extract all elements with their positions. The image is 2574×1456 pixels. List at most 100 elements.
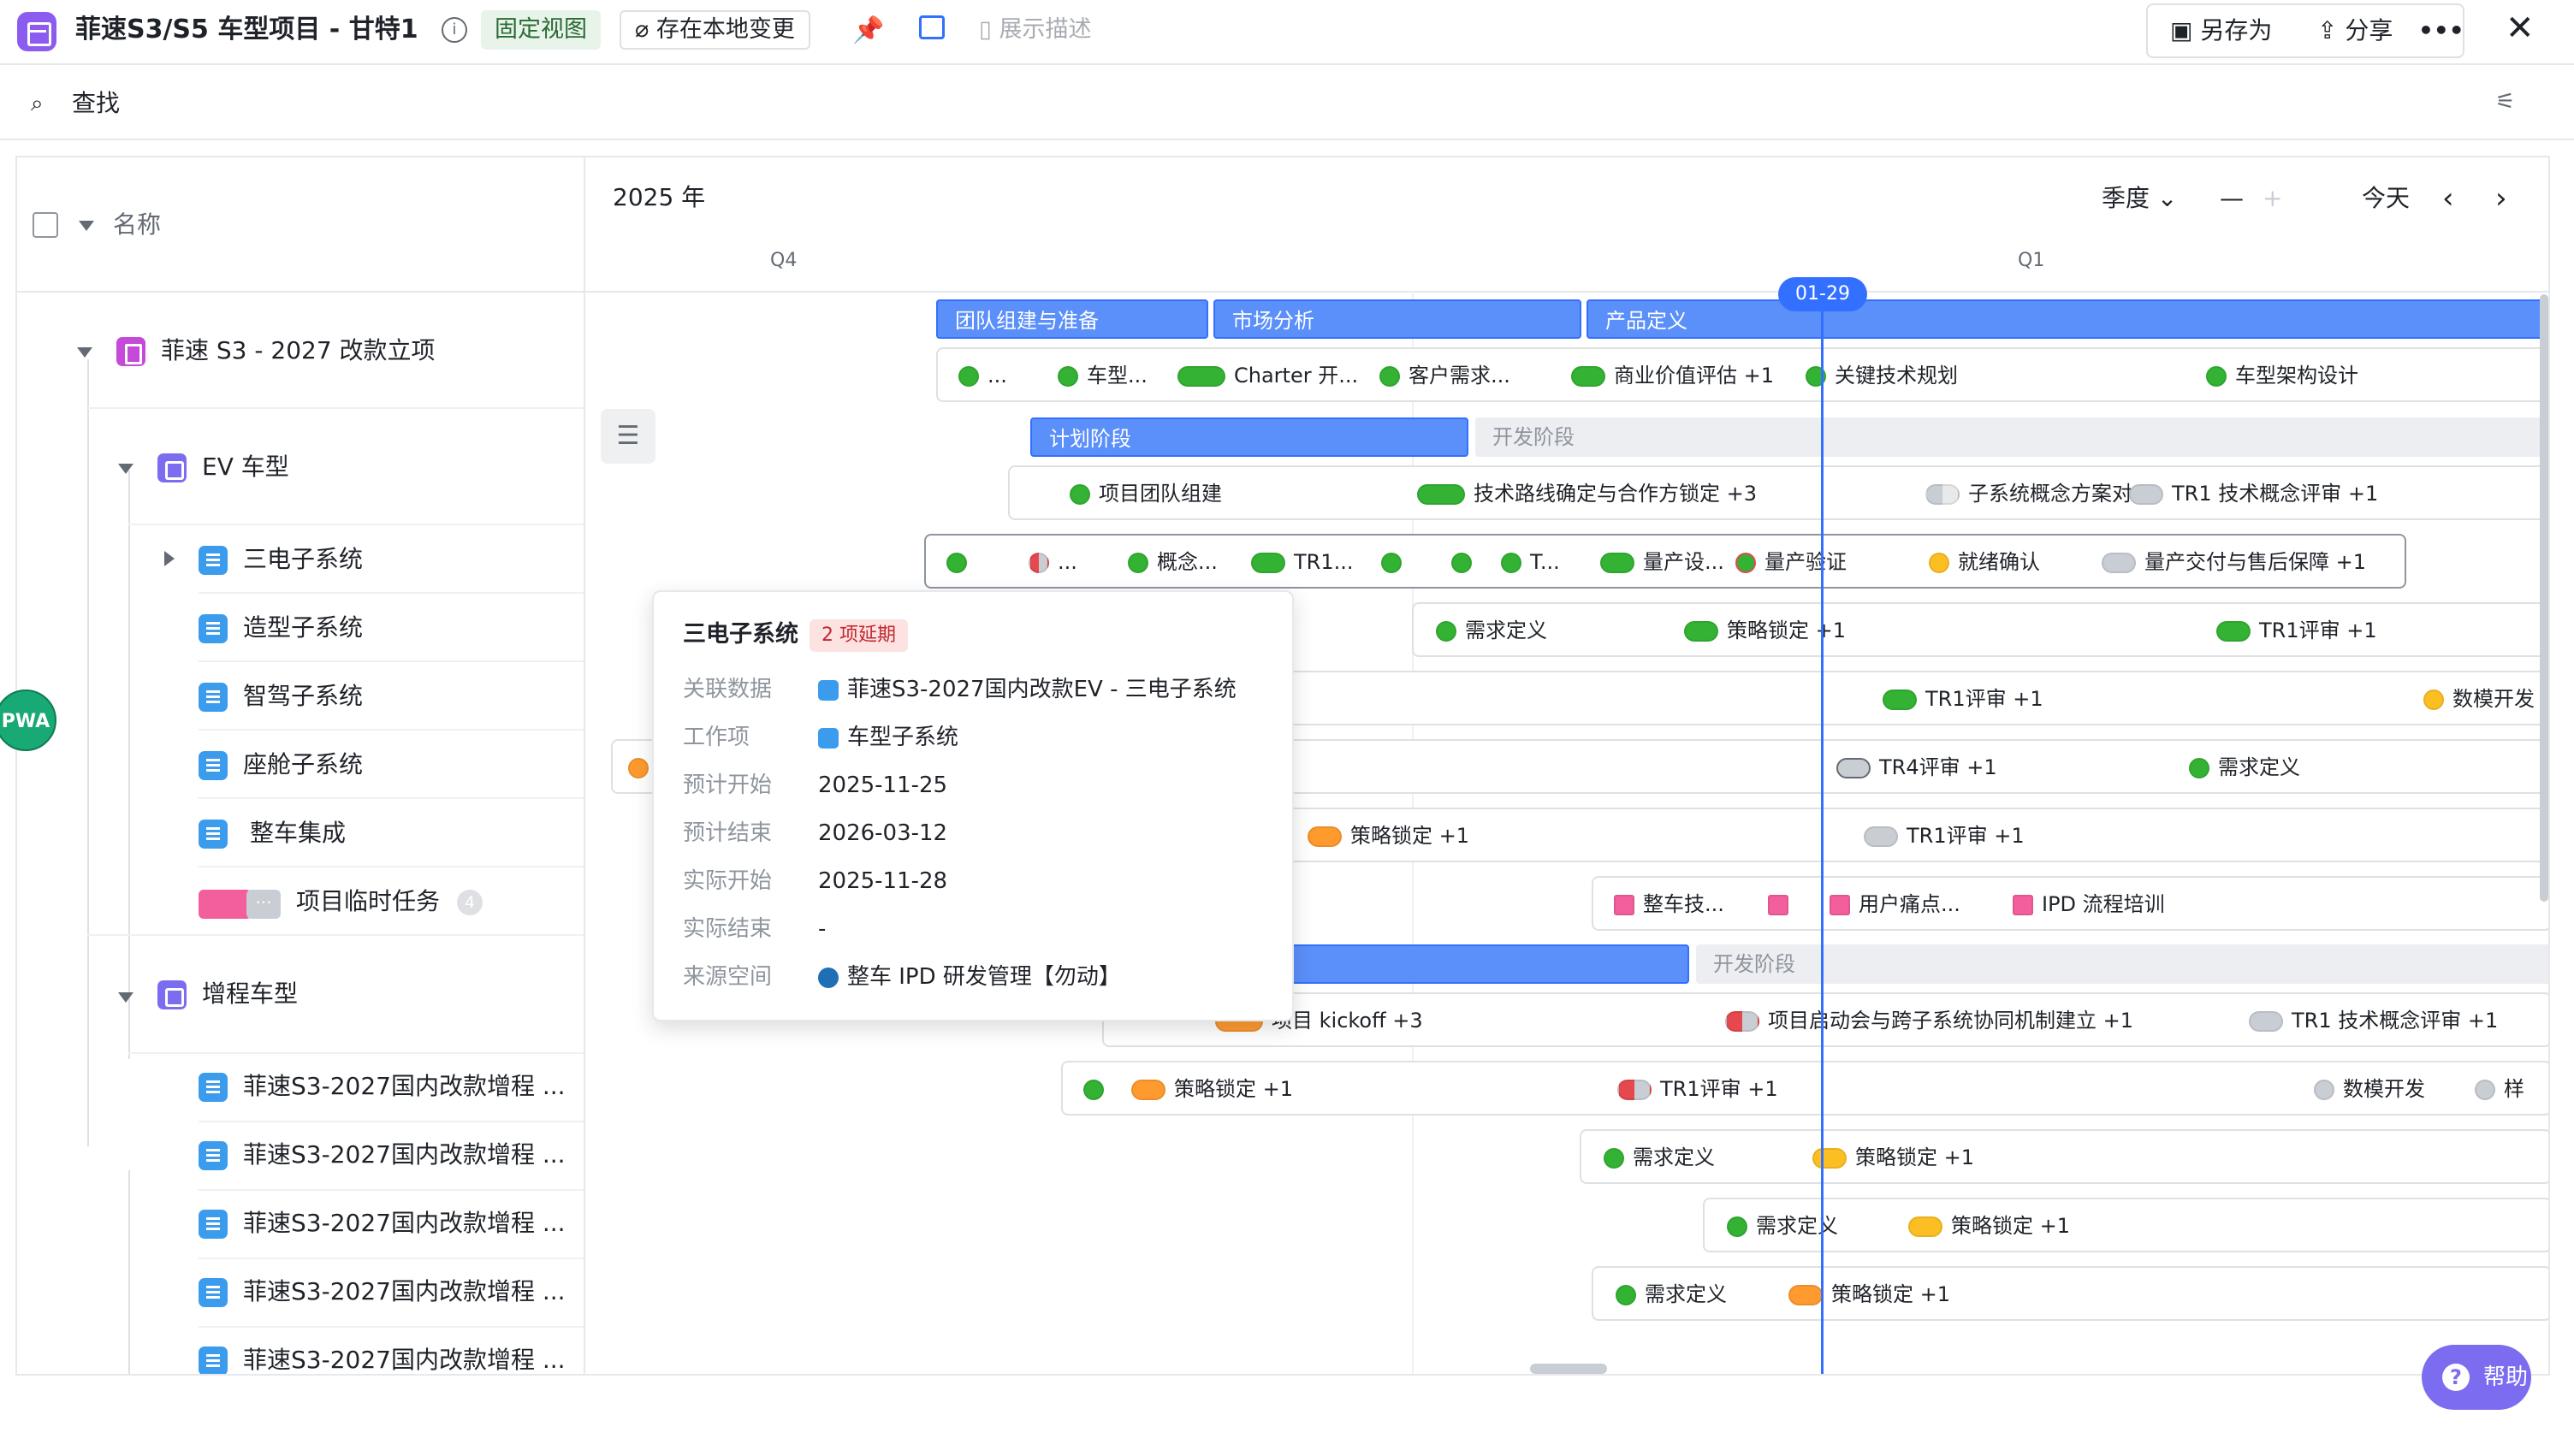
today-button[interactable]: 今天 <box>2362 181 2410 216</box>
milestone[interactable]: TR4评审 +1 <box>1836 755 1997 780</box>
search-label[interactable]: 查找 <box>72 86 120 121</box>
phase-bar-team[interactable]: 团队组建与准备 <box>936 299 1208 339</box>
scale-select[interactable]: 季度 ⌄ <box>2102 181 2177 216</box>
tree-row-label[interactable]: 菲速S3-2027国内改款增程 ... <box>243 1206 566 1240</box>
phase-bar-market[interactable]: 市场分析 <box>1213 299 1581 339</box>
zoom-out-button[interactable]: — <box>2220 181 2244 216</box>
select-all-checkbox[interactable] <box>33 212 58 238</box>
chevron-down-icon[interactable] <box>118 992 133 1003</box>
milestone[interactable]: 量产验证 <box>1735 549 1847 575</box>
milestone[interactable] <box>1083 1076 1112 1102</box>
tree-row-label[interactable]: 菲速S3-2027国内改款增程 ... <box>243 1343 566 1374</box>
tree-row-label[interactable]: 菲速 S3 - 2027 改款立项 <box>161 334 436 368</box>
field-value[interactable]: 菲速S3-2027国内改款EV - 三电子系统 <box>818 672 1237 707</box>
milestone[interactable]: 整车技... <box>1614 891 1724 917</box>
milestone[interactable]: 项目团队组建 <box>1070 481 1222 506</box>
milestone[interactable]: TR1评审 +1 <box>1617 1076 1778 1102</box>
milestone[interactable]: Charter 开... <box>1177 363 1358 388</box>
milestone[interactable]: TR1... <box>1251 549 1354 575</box>
status-dot <box>1617 1080 1652 1100</box>
milestone[interactable]: 车型架构设计 <box>2206 363 2358 388</box>
milestone[interactable]: 关键技术规划 <box>1806 363 1958 388</box>
milestone[interactable]: 用户痛点... <box>1830 891 1960 917</box>
milestone[interactable] <box>1768 891 1797 917</box>
tree-row-label[interactable]: EV 车型 <box>202 450 289 484</box>
milestone[interactable]: 技术路线确定与合作方锁定 +3 <box>1417 481 1757 506</box>
tree-row-label[interactable]: 整车集成 <box>250 816 346 850</box>
milestone[interactable]: 量产设... <box>1600 549 1724 575</box>
field-value[interactable]: 车型子系统 <box>818 720 958 755</box>
milestone[interactable]: IPD 流程培训 <box>2013 891 2165 917</box>
milestone[interactable]: 策略锁定 +1 <box>1908 1213 2070 1239</box>
milestone[interactable]: 数模开发 <box>2314 1076 2425 1102</box>
milestone[interactable]: TR1 技术概念评审 +1 <box>2249 1008 2498 1033</box>
share-button[interactable]: ⇪ 分享 <box>2317 5 2393 56</box>
milestone[interactable]: 概念... <box>1128 549 1218 575</box>
tree-row-label[interactable]: 菲速S3-2027国内改款增程 ... <box>243 1275 566 1309</box>
help-button[interactable]: 帮助 <box>2422 1345 2531 1410</box>
search-icon[interactable]: ⌕ <box>31 92 55 115</box>
expand-icon[interactable] <box>919 15 945 39</box>
milestone[interactable]: 数模开发 <box>2423 686 2535 712</box>
milestone[interactable] <box>1451 549 1480 575</box>
tree-row-label[interactable]: 菲速S3-2027国内改款增程 ... <box>243 1138 566 1172</box>
milestone[interactable]: 样 <box>2475 1076 2524 1102</box>
tree-row-label[interactable]: 增程车型 <box>202 977 298 1011</box>
tree-row-label[interactable]: 项目临时任务 <box>296 885 440 919</box>
tree-row-label[interactable]: 三电子系统 <box>243 542 363 577</box>
milestone[interactable]: TR1评审 +1 <box>2216 618 2377 643</box>
tree-row-label[interactable]: 菲速S3-2027国内改款增程 ... <box>243 1069 566 1104</box>
fixed-view-tag[interactable]: 固定视图 <box>481 10 601 50</box>
milestone[interactable]: 客户需求... <box>1379 363 1510 388</box>
milestone[interactable]: 项目启动会与跨子系统协同机制建立 +1 <box>1725 1008 2133 1033</box>
save-as-button[interactable]: ▣ 另存为 <box>2170 5 2272 56</box>
pin-icon[interactable]: 📌 <box>852 15 884 45</box>
milestone[interactable]: 子系统概念方案对... <box>1925 481 2152 506</box>
milestone[interactable]: ... <box>1029 549 1077 575</box>
tree-row-label[interactable]: 智驾子系统 <box>243 679 363 713</box>
milestone[interactable]: 就绪确认 <box>1929 549 2040 575</box>
chevron-right-icon[interactable] <box>164 551 175 566</box>
milestone[interactable]: 策略锁定 +1 <box>1788 1281 1950 1307</box>
milestone[interactable]: 需求定义 <box>2189 755 2300 780</box>
milestone[interactable]: 需求定义 <box>1616 1281 1727 1307</box>
milestone[interactable]: TR1评审 +1 <box>1864 823 2025 849</box>
vertical-scrollbar[interactable] <box>2540 294 2548 902</box>
next-icon[interactable]: › <box>2495 181 2507 216</box>
phase-bar-dev[interactable]: 开发阶段 <box>1475 417 2548 457</box>
milestone[interactable]: TR1 技术概念评审 +1 <box>2129 481 2378 506</box>
milestone[interactable]: TR1评审 +1 <box>1883 686 2043 712</box>
milestone[interactable] <box>1381 549 1410 575</box>
tree-row-label[interactable]: 座舱子系统 <box>243 748 363 782</box>
close-icon[interactable]: ✕ <box>2506 7 2535 50</box>
milestone[interactable]: 量产交付与售后保障 +1 <box>2102 549 2366 575</box>
show-description-toggle[interactable]: ▯ 展示描述 <box>979 10 1091 50</box>
field-value[interactable]: 整车 IPD 研发管理【勿动】 <box>818 960 1121 994</box>
chevron-down-icon[interactable] <box>79 221 94 231</box>
milestone[interactable]: T... <box>1501 549 1560 575</box>
prev-icon[interactable]: ‹ <box>2442 181 2454 216</box>
horizontal-scrollbar[interactable] <box>1530 1364 1607 1374</box>
milestone[interactable]: 策略锁定 +1 <box>1131 1076 1293 1102</box>
phase-bar-dev-erev[interactable]: 开发阶段 <box>1696 944 2548 984</box>
milestone[interactable]: 需求定义 <box>1436 618 1547 643</box>
chevron-down-icon[interactable] <box>77 347 92 358</box>
info-icon[interactable]: i <box>442 17 467 43</box>
milestone[interactable]: 车型... <box>1058 363 1148 388</box>
more-icon[interactable]: ••• <box>2418 5 2464 56</box>
phase-bar-product[interactable]: 产品定义 <box>1587 299 2548 339</box>
tree-row-label[interactable]: 造型子系统 <box>243 611 363 645</box>
milestone[interactable] <box>946 549 976 575</box>
milestone[interactable]: 需求定义 <box>1604 1145 1715 1170</box>
milestone[interactable]: 策略锁定 +1 <box>1812 1145 1974 1170</box>
milestone[interactable]: 策略锁定 +1 <box>1308 823 1469 849</box>
settings-sliders-icon[interactable]: ⚟ <box>2495 89 2521 115</box>
milestone[interactable]: 商业价值评估 +1 <box>1571 363 1774 388</box>
row-collapse-button[interactable]: ☰ <box>601 409 655 464</box>
milestone[interactable]: ... <box>958 363 1007 388</box>
phase-bar-plan[interactable]: 计划阶段 <box>1030 417 1468 457</box>
local-changes-button[interactable]: ⌀ 存在本地变更 <box>620 10 810 50</box>
more-icon[interactable]: ··· <box>246 890 281 919</box>
zoom-in-button[interactable]: + <box>2263 181 2282 216</box>
chevron-down-icon[interactable] <box>118 464 133 474</box>
